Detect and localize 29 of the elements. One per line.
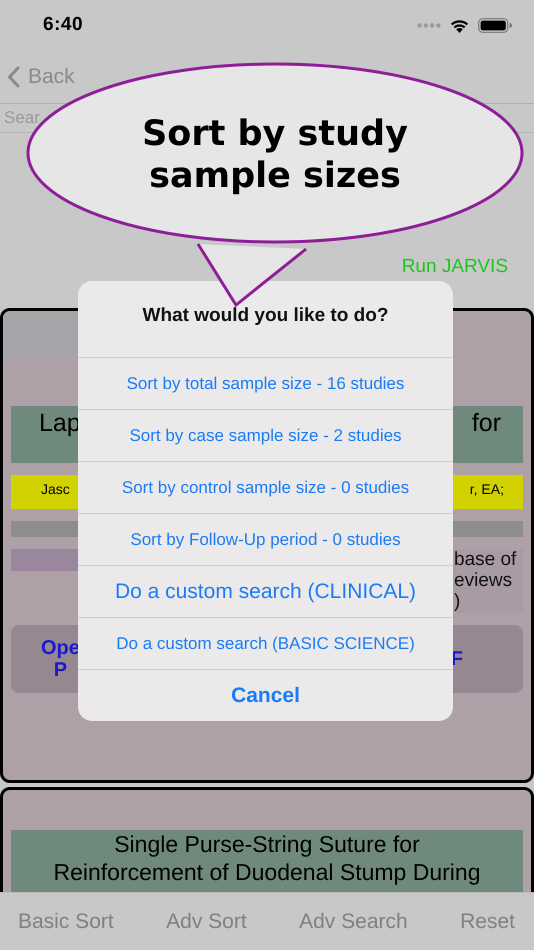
title-text: Reinforcement of Duodenal Stump During xyxy=(52,858,482,886)
status-time: 6:40 xyxy=(43,14,84,36)
action-button[interactable]: Do a custom search (BASIC SCIENCE) xyxy=(78,617,453,669)
tab-button[interactable]: Reset xyxy=(460,910,515,934)
open-link[interactable]: Ope xyxy=(41,637,80,659)
signal-icon xyxy=(417,22,441,28)
action-button[interactable]: Sort by control sample size - 0 studies xyxy=(78,461,453,513)
title-text: Single Purse-String Suture for xyxy=(113,830,421,858)
action-button[interactable]: Do a custom search (CLINICAL) xyxy=(78,565,453,617)
source-text: eviews xyxy=(454,570,514,591)
dialog-title: What would you like to do? xyxy=(142,304,390,328)
title-text: for xyxy=(472,409,501,438)
authors-text: Jasc xyxy=(41,481,70,497)
action-button[interactable]: Sort by Follow-Up period - 0 studies xyxy=(78,513,453,565)
tab-button[interactable]: Basic Sort xyxy=(18,910,114,934)
open-link[interactable]: P xyxy=(54,659,68,681)
wifi-icon xyxy=(449,18,470,32)
source-text: base of xyxy=(454,549,518,570)
back-button[interactable]: Back xyxy=(7,64,75,88)
action-button[interactable]: Sort by total sample size - 16 studies xyxy=(78,357,453,409)
source-text: ) xyxy=(454,591,462,612)
tab-button[interactable]: Adv Sort xyxy=(166,910,247,934)
battery-icon xyxy=(478,18,512,32)
tab-button[interactable]: Adv Search xyxy=(299,910,408,934)
chevron-left-icon xyxy=(7,66,20,88)
cancel-button[interactable]: Cancel xyxy=(78,669,453,721)
authors-text: r, EA; xyxy=(470,481,504,497)
action-button[interactable]: Sort by case sample size - 2 studies xyxy=(78,409,453,461)
callout-text: Sort by study sample sizes xyxy=(141,113,409,197)
